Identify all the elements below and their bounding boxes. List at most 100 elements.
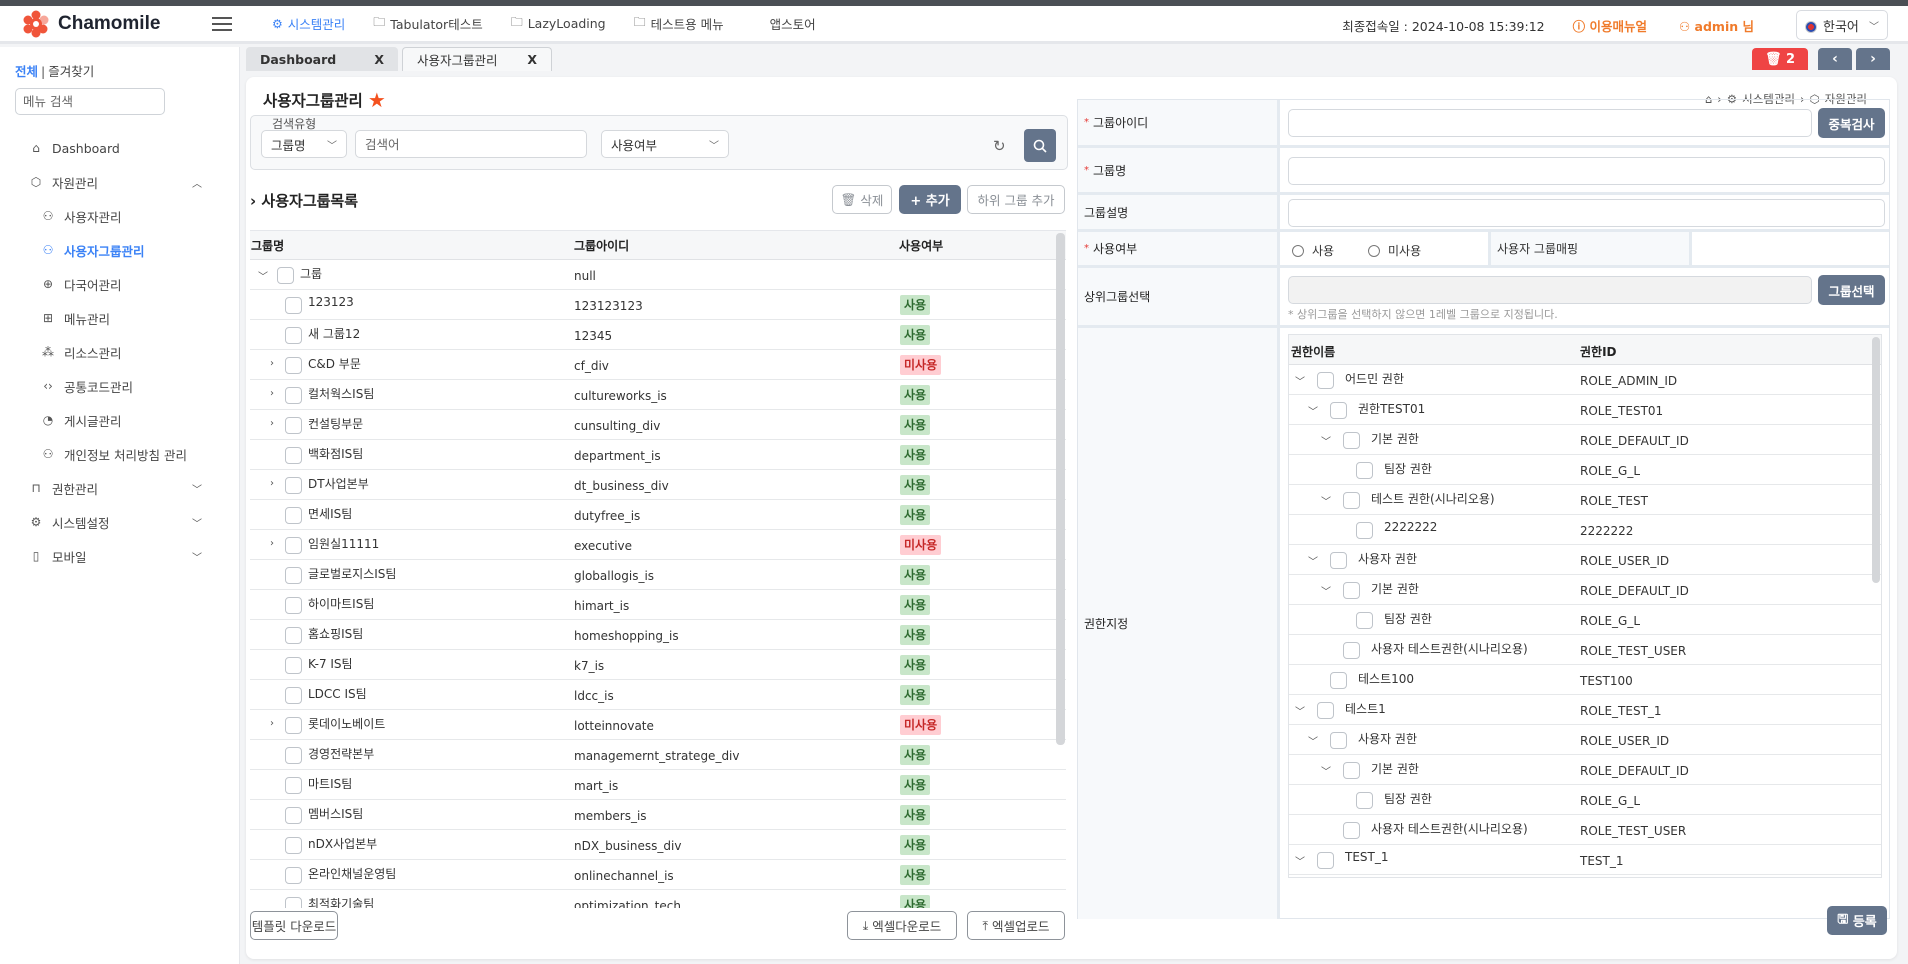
add-subgroup-button[interactable]: 하위 그룹 추가: [967, 185, 1065, 214]
group-table-row[interactable]: 경영전략본부 managemernt_stratege_div 사용: [250, 740, 1066, 770]
sidebar-item-resource[interactable]: ⬡ 자원관리 ︿: [0, 165, 240, 199]
chevron-down-icon[interactable]: ﹀: [1321, 493, 1331, 508]
search-type-select[interactable]: 그룹명 ﹀: [261, 130, 347, 158]
row-checkbox[interactable]: [285, 837, 302, 854]
tab-dashboard[interactable]: Dashboard X: [246, 47, 398, 71]
register-button[interactable]: 🖫 등록: [1827, 906, 1887, 935]
role-checkbox[interactable]: [1330, 552, 1347, 569]
row-checkbox[interactable]: [277, 267, 294, 284]
row-checkbox[interactable]: [285, 777, 302, 794]
role-table-row[interactable]: 테스트100 TEST100: [1289, 665, 1881, 695]
sidebar-item-posts[interactable]: ◔ 게시글관리: [0, 403, 240, 437]
role-checkbox[interactable]: [1356, 522, 1373, 539]
role-table-row[interactable]: ﹀ TEST_1 TEST_1: [1289, 845, 1881, 875]
excel-download-button[interactable]: ⤓ 엑셀다운로드: [847, 911, 957, 940]
group-table-row[interactable]: › 롯데이노베이트 lotteinnovate 미사용: [250, 710, 1066, 740]
sidebar-item-common-code[interactable]: ‹› 공통코드관리: [0, 369, 240, 403]
language-select[interactable]: 한국어 ﹀: [1796, 10, 1888, 40]
topnav-tabulator[interactable]: 🗀 Tabulator테스트: [373, 13, 482, 34]
col-group-id[interactable]: 그룹아이디: [574, 237, 629, 254]
role-table-row[interactable]: ﹀ 기본 권한 ROLE_DEFAULT_ID: [1289, 575, 1881, 605]
manual-link[interactable]: ⓘ 이용매뉴얼: [1573, 16, 1647, 35]
group-table-row[interactable]: 면세IS팀 dutyfree_is 사용: [250, 500, 1066, 530]
row-checkbox[interactable]: [285, 357, 302, 374]
chevron-down-icon[interactable]: ﹀: [1308, 403, 1318, 418]
tab-next-button[interactable]: ›: [1856, 48, 1890, 70]
role-table-row[interactable]: ﹀ 기본 권한 ROLE_DEFAULT_ID: [1289, 755, 1881, 785]
group-select-button[interactable]: 그룹선택: [1818, 275, 1885, 305]
role-checkbox[interactable]: [1330, 672, 1347, 689]
sidebar-tab-favorites[interactable]: 즐겨찾기: [48, 64, 94, 79]
role-table-row[interactable]: ﹀ 사용자 권한 ROLE_USER_ID: [1289, 545, 1881, 575]
role-table-row[interactable]: ﹀ 어드민 권한 ROLE_ADMIN_ID: [1289, 365, 1881, 395]
group-table-row[interactable]: › 임원실11111 executive 미사용: [250, 530, 1066, 560]
row-checkbox[interactable]: [285, 507, 302, 524]
group-table-row[interactable]: › DT사업본부 dt_business_div 사용: [250, 470, 1066, 500]
chevron-right-icon[interactable]: ›: [270, 358, 274, 369]
role-table-row[interactable]: 팀장 권한 ROLE_G_L: [1289, 785, 1881, 815]
topnav-system[interactable]: ⚙ 시스템관리: [272, 14, 345, 33]
row-checkbox[interactable]: [285, 387, 302, 404]
role-checkbox[interactable]: [1317, 372, 1334, 389]
group-name-input[interactable]: [1288, 157, 1885, 185]
tab-prev-button[interactable]: ‹: [1818, 48, 1852, 70]
delete-button[interactable]: 🗑 삭제: [832, 185, 892, 214]
role-checkbox[interactable]: [1343, 492, 1360, 509]
use-status-select[interactable]: 사용여부 ﹀: [601, 130, 729, 158]
role-checkbox[interactable]: [1343, 822, 1360, 839]
col-role-id[interactable]: 권한ID: [1580, 343, 1617, 360]
row-checkbox[interactable]: [285, 687, 302, 704]
topnav-lazyloading[interactable]: 🗀 LazyLoading: [511, 13, 606, 34]
chevron-down-icon[interactable]: ﹀: [258, 268, 268, 283]
role-checkbox[interactable]: [1330, 402, 1347, 419]
role-table-row[interactable]: 팀장 권한 ROLE_G_L: [1289, 455, 1881, 485]
close-tab-icon[interactable]: X: [527, 52, 537, 67]
row-checkbox[interactable]: [285, 897, 302, 908]
role-checkbox[interactable]: [1317, 852, 1334, 869]
group-table-row[interactable]: K-7 IS팀 k7_is 사용: [250, 650, 1066, 680]
group-table-row[interactable]: 온라인채널운영팀 onlinechannel_is 사용: [250, 860, 1066, 890]
role-table-row[interactable]: ﹀ 기본 권한 ROLE_DEFAULT_ID: [1289, 425, 1881, 455]
role-checkbox[interactable]: [1356, 792, 1373, 809]
group-table-row[interactable]: nDX사업본부 nDX_business_div 사용: [250, 830, 1066, 860]
group-table-row[interactable]: 마트IS팀 mart_is 사용: [250, 770, 1066, 800]
use-radio-off[interactable]: 미사용: [1368, 242, 1421, 259]
group-table-row[interactable]: 멤버스IS팀 members_is 사용: [250, 800, 1066, 830]
group-table-row[interactable]: › C&D 부문 cf_div 미사용: [250, 350, 1066, 380]
role-table-row[interactable]: 사용자 테스트권한(시나리오용) ROLE_TEST_USER: [1289, 635, 1881, 665]
row-checkbox[interactable]: [285, 537, 302, 554]
duplicate-check-button[interactable]: 중복검사: [1818, 108, 1885, 138]
sidebar-item-dashboard[interactable]: ⌂ Dashboard: [0, 131, 240, 165]
row-checkbox[interactable]: [285, 417, 302, 434]
chevron-down-icon[interactable]: ﹀: [1308, 553, 1318, 568]
role-checkbox[interactable]: [1356, 462, 1373, 479]
col-group-name[interactable]: 그룹명: [251, 237, 284, 254]
chevron-right-icon[interactable]: ›: [270, 388, 274, 399]
group-table-row[interactable]: 최적화기술팀 optimization_tech 사용: [250, 890, 1066, 908]
search-keyword-input[interactable]: [355, 130, 587, 158]
menu-search-input[interactable]: [15, 88, 165, 115]
logo[interactable]: Chamomile: [22, 10, 200, 38]
role-checkbox[interactable]: [1330, 732, 1347, 749]
topnav-appstore[interactable]: 앱스토어: [770, 14, 816, 33]
role-table-row[interactable]: 사용자 테스트권한(시나리오용) ROLE_TEST_USER: [1289, 815, 1881, 845]
row-checkbox[interactable]: [285, 447, 302, 464]
group-table-row[interactable]: 글로벌로지스IS팀 globallogis_is 사용: [250, 560, 1066, 590]
chevron-down-icon[interactable]: ﹀: [1295, 703, 1305, 718]
chevron-right-icon[interactable]: ›: [270, 418, 274, 429]
user-menu[interactable]: ⚇ admin 님: [1679, 16, 1754, 35]
topnav-test-menu[interactable]: 🗀 테스트용 메뉴: [634, 13, 724, 34]
sidebar-item-resources[interactable]: ⁂ 리소스관리: [0, 335, 240, 369]
role-checkbox[interactable]: [1343, 762, 1360, 779]
group-table-row[interactable]: 백화점IS팀 department_is 사용: [250, 440, 1066, 470]
chevron-right-icon[interactable]: ›: [270, 718, 274, 729]
add-button[interactable]: + 추가: [899, 185, 961, 214]
role-table-scrollbar[interactable]: [1872, 337, 1880, 583]
row-checkbox[interactable]: [285, 747, 302, 764]
close-tab-icon[interactable]: X: [374, 52, 384, 67]
col-role-name[interactable]: 권한이름: [1291, 343, 1335, 360]
sidebar-item-privacy[interactable]: ⚇ 개인정보 처리방침 관리: [0, 437, 240, 471]
row-checkbox[interactable]: [285, 717, 302, 734]
sidebar-item-mobile[interactable]: ▯ 모바일 ﹀: [0, 539, 240, 573]
group-table-row[interactable]: 하이마트IS팀 himart_is 사용: [250, 590, 1066, 620]
